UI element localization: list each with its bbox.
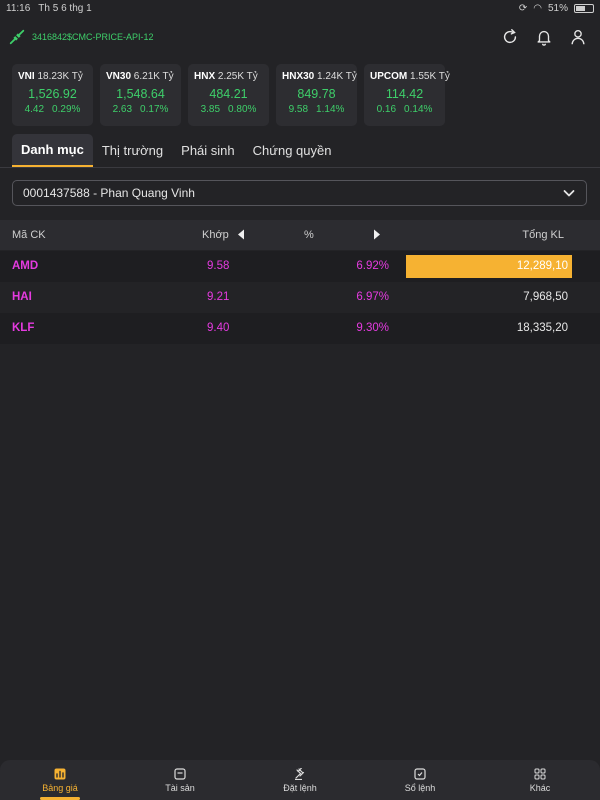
index-value-volume: 1.24K Tỷ — [317, 71, 357, 82]
app-header: 3416842$CMC-PRICE-API-12 — [0, 22, 600, 52]
bottom-navigation: Bảng giá Tài sản Đặt lệnh Sổ lệnh Khác — [0, 760, 600, 800]
nav-label: Sổ lệnh — [404, 782, 436, 793]
wifi-icon: ◠ — [533, 2, 542, 14]
index-card-upcom[interactable]: UPCOM 1.55K Tỷ 114.42 0.16 0.14% — [364, 64, 450, 126]
wallet-icon — [174, 767, 186, 780]
index-price: 849.78 — [297, 87, 336, 101]
index-change: 3.85 — [200, 104, 221, 115]
scroll-right-button[interactable] — [373, 229, 381, 243]
caret-left-icon — [238, 229, 244, 240]
stock-match-price: 9.58 — [207, 260, 230, 272]
chart-icon — [54, 768, 66, 779]
column-header-percent: % — [304, 229, 314, 241]
index-change: 0.16 — [376, 104, 397, 115]
stock-percent-change: 9.30% — [356, 322, 389, 334]
index-card-vn30[interactable]: VN30 6.21K Tỷ 1,548.64 2.63 0.17% — [100, 64, 181, 126]
scroll-left-button[interactable] — [237, 229, 245, 243]
sync-status-icon: ⟳ — [518, 2, 528, 14]
tab-derivatives[interactable]: Phái sinh — [172, 134, 243, 167]
index-value-volume: 18.23K Tỷ — [37, 71, 83, 82]
index-card-hnx[interactable]: HNX 2.25K Tỷ 484.21 3.85 0.80% — [188, 64, 269, 126]
index-percent: 0.80% — [228, 104, 257, 115]
watchlist-tabs: Danh mục Thị trường Phái sinh Chứng quyề… — [12, 134, 340, 167]
status-bar: 11:16 Th 5 6 thg 1 ⟳ ◠ 51% — [0, 0, 600, 16]
refresh-icon — [503, 29, 517, 44]
chevron-down-icon — [563, 190, 575, 197]
tab-portfolio[interactable]: Danh mục — [12, 134, 93, 167]
market-index-list: VNI 18.23K Tỷ 1,526.92 4.42 0.29% VN30 6.… — [12, 64, 450, 126]
plug-connected-icon — [9, 29, 25, 45]
nav-label: Khác — [529, 782, 551, 793]
table-row[interactable]: HAI 9.21 6.97% 7,968,50 — [0, 282, 600, 313]
stock-total-volume: 7,968,50 — [523, 291, 568, 303]
index-price: 484.21 — [209, 87, 248, 101]
index-price: 114.42 — [385, 87, 424, 101]
tab-market[interactable]: Thị trường — [93, 134, 172, 167]
index-value-volume: 2.25K Tỷ — [217, 71, 258, 82]
stock-code: KLF — [12, 322, 35, 334]
nav-label: Tài sản — [165, 782, 195, 793]
profile-button[interactable] — [568, 27, 588, 47]
status-time: 11:16 — [6, 2, 31, 14]
connection-label: 3416842$CMC-PRICE-API-12 — [32, 32, 154, 42]
column-header-volume: Tổng KL — [522, 229, 564, 241]
index-price: 1,526.92 — [28, 87, 77, 101]
gavel-icon — [295, 767, 305, 780]
index-value-volume: 6.21K Tỷ — [133, 71, 174, 82]
notification-button[interactable] — [534, 27, 554, 47]
order-book-icon — [414, 767, 426, 780]
table-header: Mã CK Khớp % Tổng KL — [0, 220, 600, 250]
table-row[interactable]: AMD 9.58 6.92% 12,289,10 — [0, 251, 600, 282]
index-percent: 0.17% — [140, 104, 169, 115]
tab-warrants[interactable]: Chứng quyền — [244, 134, 341, 167]
nav-label: Bảng giá — [42, 782, 78, 793]
account-select[interactable]: 0001437588 - Phan Quang Vinh — [12, 180, 587, 206]
index-name: UPCOM — [370, 71, 408, 82]
index-value-volume: 1.55K Tỷ — [410, 71, 450, 82]
nav-place-order[interactable]: Đặt lệnh — [240, 760, 360, 800]
bell-icon — [537, 30, 551, 46]
index-change: 2.63 — [112, 104, 133, 115]
status-date: Th 5 6 thg 1 — [38, 2, 92, 14]
stock-total-volume: 18,335,20 — [516, 322, 568, 334]
index-name: HNX30 — [282, 71, 315, 82]
tabs-divider — [0, 167, 600, 168]
stock-percent-change: 6.92% — [356, 260, 389, 272]
index-name: VNI — [18, 71, 35, 82]
stock-total-volume: 12,289,10 — [516, 260, 568, 272]
index-card-hnx30[interactable]: HNX30 1.24K Tỷ 849.78 9.58 1.14% — [276, 64, 357, 126]
battery-icon — [574, 3, 594, 13]
nav-assets[interactable]: Tài sản — [120, 760, 240, 800]
index-price: 1,548.64 — [116, 87, 165, 101]
account-select-value: 0001437588 - Phan Quang Vinh — [23, 186, 195, 200]
stock-percent-change: 6.97% — [356, 291, 389, 303]
column-header-match: Khớp — [202, 229, 229, 241]
grid-icon — [534, 768, 546, 779]
index-name: VN30 — [106, 71, 132, 82]
nav-order-book[interactable]: Sổ lệnh — [360, 760, 480, 800]
nav-price-board[interactable]: Bảng giá — [0, 760, 120, 800]
caret-right-icon — [374, 229, 380, 240]
index-percent: 1.14% — [316, 104, 345, 115]
status-battery-text: 51% — [547, 2, 568, 14]
index-name: HNX — [194, 71, 216, 82]
refresh-button[interactable] — [500, 27, 520, 47]
stock-code: AMD — [12, 260, 39, 272]
nav-label: Đặt lệnh — [283, 782, 317, 793]
stock-match-price: 9.21 — [207, 291, 230, 303]
index-change: 9.58 — [288, 104, 309, 115]
user-icon — [571, 30, 585, 45]
index-percent: 0.29% — [52, 104, 81, 115]
table-row[interactable]: KLF 9.40 9.30% 18,335,20 — [0, 313, 600, 344]
index-percent: 0.14% — [404, 104, 433, 115]
stock-match-price: 9.40 — [207, 322, 230, 334]
column-header-code: Mã CK — [12, 229, 46, 241]
stock-code: HAI — [12, 291, 32, 303]
index-card-vni[interactable]: VNI 18.23K Tỷ 1,526.92 4.42 0.29% — [12, 64, 93, 126]
index-change: 4.42 — [24, 104, 45, 115]
nav-more[interactable]: Khác — [480, 760, 600, 800]
